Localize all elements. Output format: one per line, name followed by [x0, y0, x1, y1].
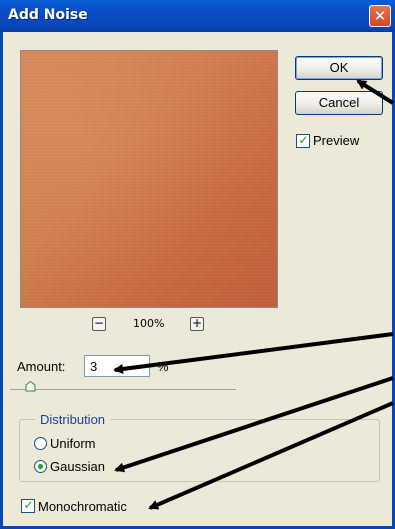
plus-icon: + [191, 316, 203, 330]
close-button[interactable]: ✕ [369, 5, 391, 27]
noise-texture [21, 51, 277, 307]
radio-selected-dot [38, 464, 43, 469]
radio-uniform-label: Uniform [50, 436, 96, 451]
amount-slider-track[interactable] [10, 389, 236, 390]
monochromatic-label: Monochromatic [38, 499, 127, 514]
window-title: Add Noise [8, 7, 88, 23]
amount-slider-thumb[interactable] [25, 381, 36, 392]
close-icon: ✕ [373, 7, 387, 25]
distribution-title: Distribution [35, 412, 111, 427]
radio-uniform[interactable] [34, 437, 47, 450]
minus-icon: − [93, 316, 105, 330]
preview-checkbox[interactable]: ✓ [296, 133, 310, 148]
preview-checkbox-label: Preview [313, 133, 360, 148]
preview-image[interactable] [20, 50, 278, 308]
monochromatic-checkbox[interactable]: ✓ [21, 498, 35, 513]
title-bar: Add Noise ✕ [0, 0, 395, 32]
radio-gaussian[interactable] [34, 460, 47, 473]
amount-input[interactable] [84, 355, 150, 377]
amount-unit: % [157, 359, 169, 374]
cancel-button[interactable]: Cancel [295, 91, 383, 115]
zoom-out-button[interactable]: − [92, 317, 106, 331]
zoom-in-button[interactable]: + [190, 317, 204, 331]
ok-button[interactable]: OK [295, 56, 383, 80]
radio-gaussian-label: Gaussian [50, 459, 105, 474]
check-icon: ✓ [298, 133, 309, 147]
check-icon: ✓ [23, 498, 34, 512]
zoom-level: 100% [133, 317, 165, 330]
amount-label: Amount: [17, 359, 66, 374]
